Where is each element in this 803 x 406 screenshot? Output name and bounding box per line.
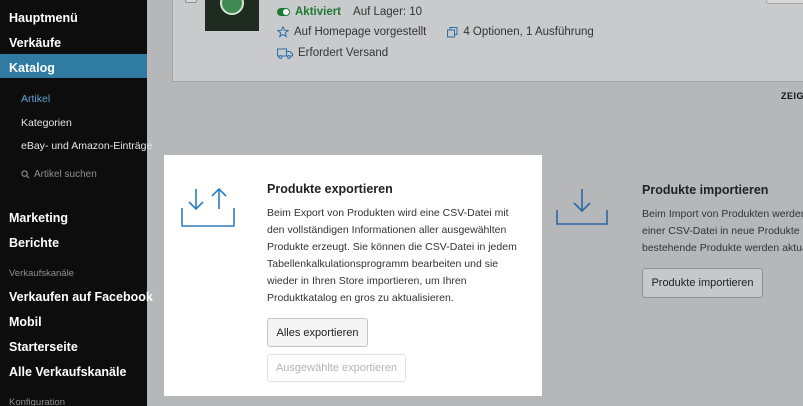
import-button[interactable]: Produkte importieren — [642, 268, 763, 298]
stock-label: Auf Lager: 10 — [353, 6, 423, 18]
export-selected-button[interactable]: Ausgewählte exportieren — [267, 354, 406, 382]
sidebar-search-placeholder: Artikel suchen — [34, 169, 97, 180]
copy-icon — [447, 26, 458, 37]
import-description: Beim Import von Produkten werden einer C… — [642, 206, 803, 257]
sidebar-item-reports[interactable]: Berichte — [9, 236, 59, 250]
product-thumbnail[interactable] — [205, 0, 259, 31]
sidebar-item-main-menu[interactable]: Hauptmenü — [9, 11, 78, 25]
sidebar-sub-ebay-amazon[interactable]: eBay- und Amazon-Einträge — [21, 140, 152, 152]
options-label: 4 Optionen, 1 Ausführung — [463, 26, 594, 38]
sidebar-sub-items[interactable]: Artikel — [21, 93, 50, 105]
featured-label: Auf Homepage vorgestellt — [294, 26, 427, 38]
status-toggle-icon[interactable] — [277, 8, 290, 16]
import-desc-line-1: Beim Import von Produkten werden — [642, 208, 803, 220]
product-card: Aktiviert Auf Lager: 10 Auf Homepage vor… — [172, 0, 803, 82]
star-icon[interactable] — [277, 26, 289, 38]
sidebar: Hauptmenü Verkäufe Katalog Artikel Kateg… — [0, 0, 153, 406]
import-desc-line-3: bestehende Produkte werden aktua — [642, 242, 803, 254]
top-right-button[interactable] — [766, 0, 803, 4]
export-panel: Produkte exportieren Beim Export von Pro… — [164, 155, 542, 396]
sidebar-item-catalog[interactable]: Katalog — [9, 61, 55, 75]
product-checkbox[interactable] — [185, 0, 197, 3]
shipping-label: Erfordert Versand — [298, 47, 389, 59]
export-title: Produkte exportieren — [267, 182, 393, 196]
export-description: Beim Export von Produkten wird eine CSV-… — [267, 207, 517, 304]
sidebar-item-mobile[interactable]: Mobil — [9, 315, 42, 329]
zeige-label[interactable]: ZEIGE — [781, 91, 803, 101]
import-icon — [556, 189, 608, 225]
export-all-button[interactable]: Alles exportieren — [267, 318, 368, 347]
product-shipping-row: Erfordert Versand — [277, 47, 388, 59]
search-icon — [21, 170, 30, 179]
truck-icon — [277, 48, 293, 59]
export-icon — [181, 187, 235, 227]
sidebar-item-all-channels[interactable]: Alle Verkaufskanäle — [9, 365, 126, 379]
status-label: Aktiviert — [295, 6, 342, 18]
sidebar-item-marketing[interactable]: Marketing — [9, 211, 68, 225]
sidebar-sub-categories[interactable]: Kategorien — [21, 117, 72, 129]
import-desc-line-2: einer CSV-Datei in neue Produkte k — [642, 225, 803, 237]
sidebar-heading-channels: Verkaufskanäle — [9, 268, 74, 279]
sidebar-item-facebook[interactable]: Verkaufen auf Facebook — [9, 290, 153, 304]
product-status: Aktiviert Auf Lager: 10 — [277, 6, 422, 18]
sidebar-item-starter[interactable]: Starterseite — [9, 340, 78, 354]
sidebar-search[interactable]: Artikel suchen — [21, 169, 97, 180]
sidebar-heading-config: Konfiguration — [9, 397, 65, 406]
import-title: Produkte importieren — [642, 183, 769, 197]
sidebar-item-sales[interactable]: Verkäufe — [9, 36, 61, 50]
product-meta-row: Auf Homepage vorgestellt 4 Optionen, 1 A… — [277, 26, 594, 38]
